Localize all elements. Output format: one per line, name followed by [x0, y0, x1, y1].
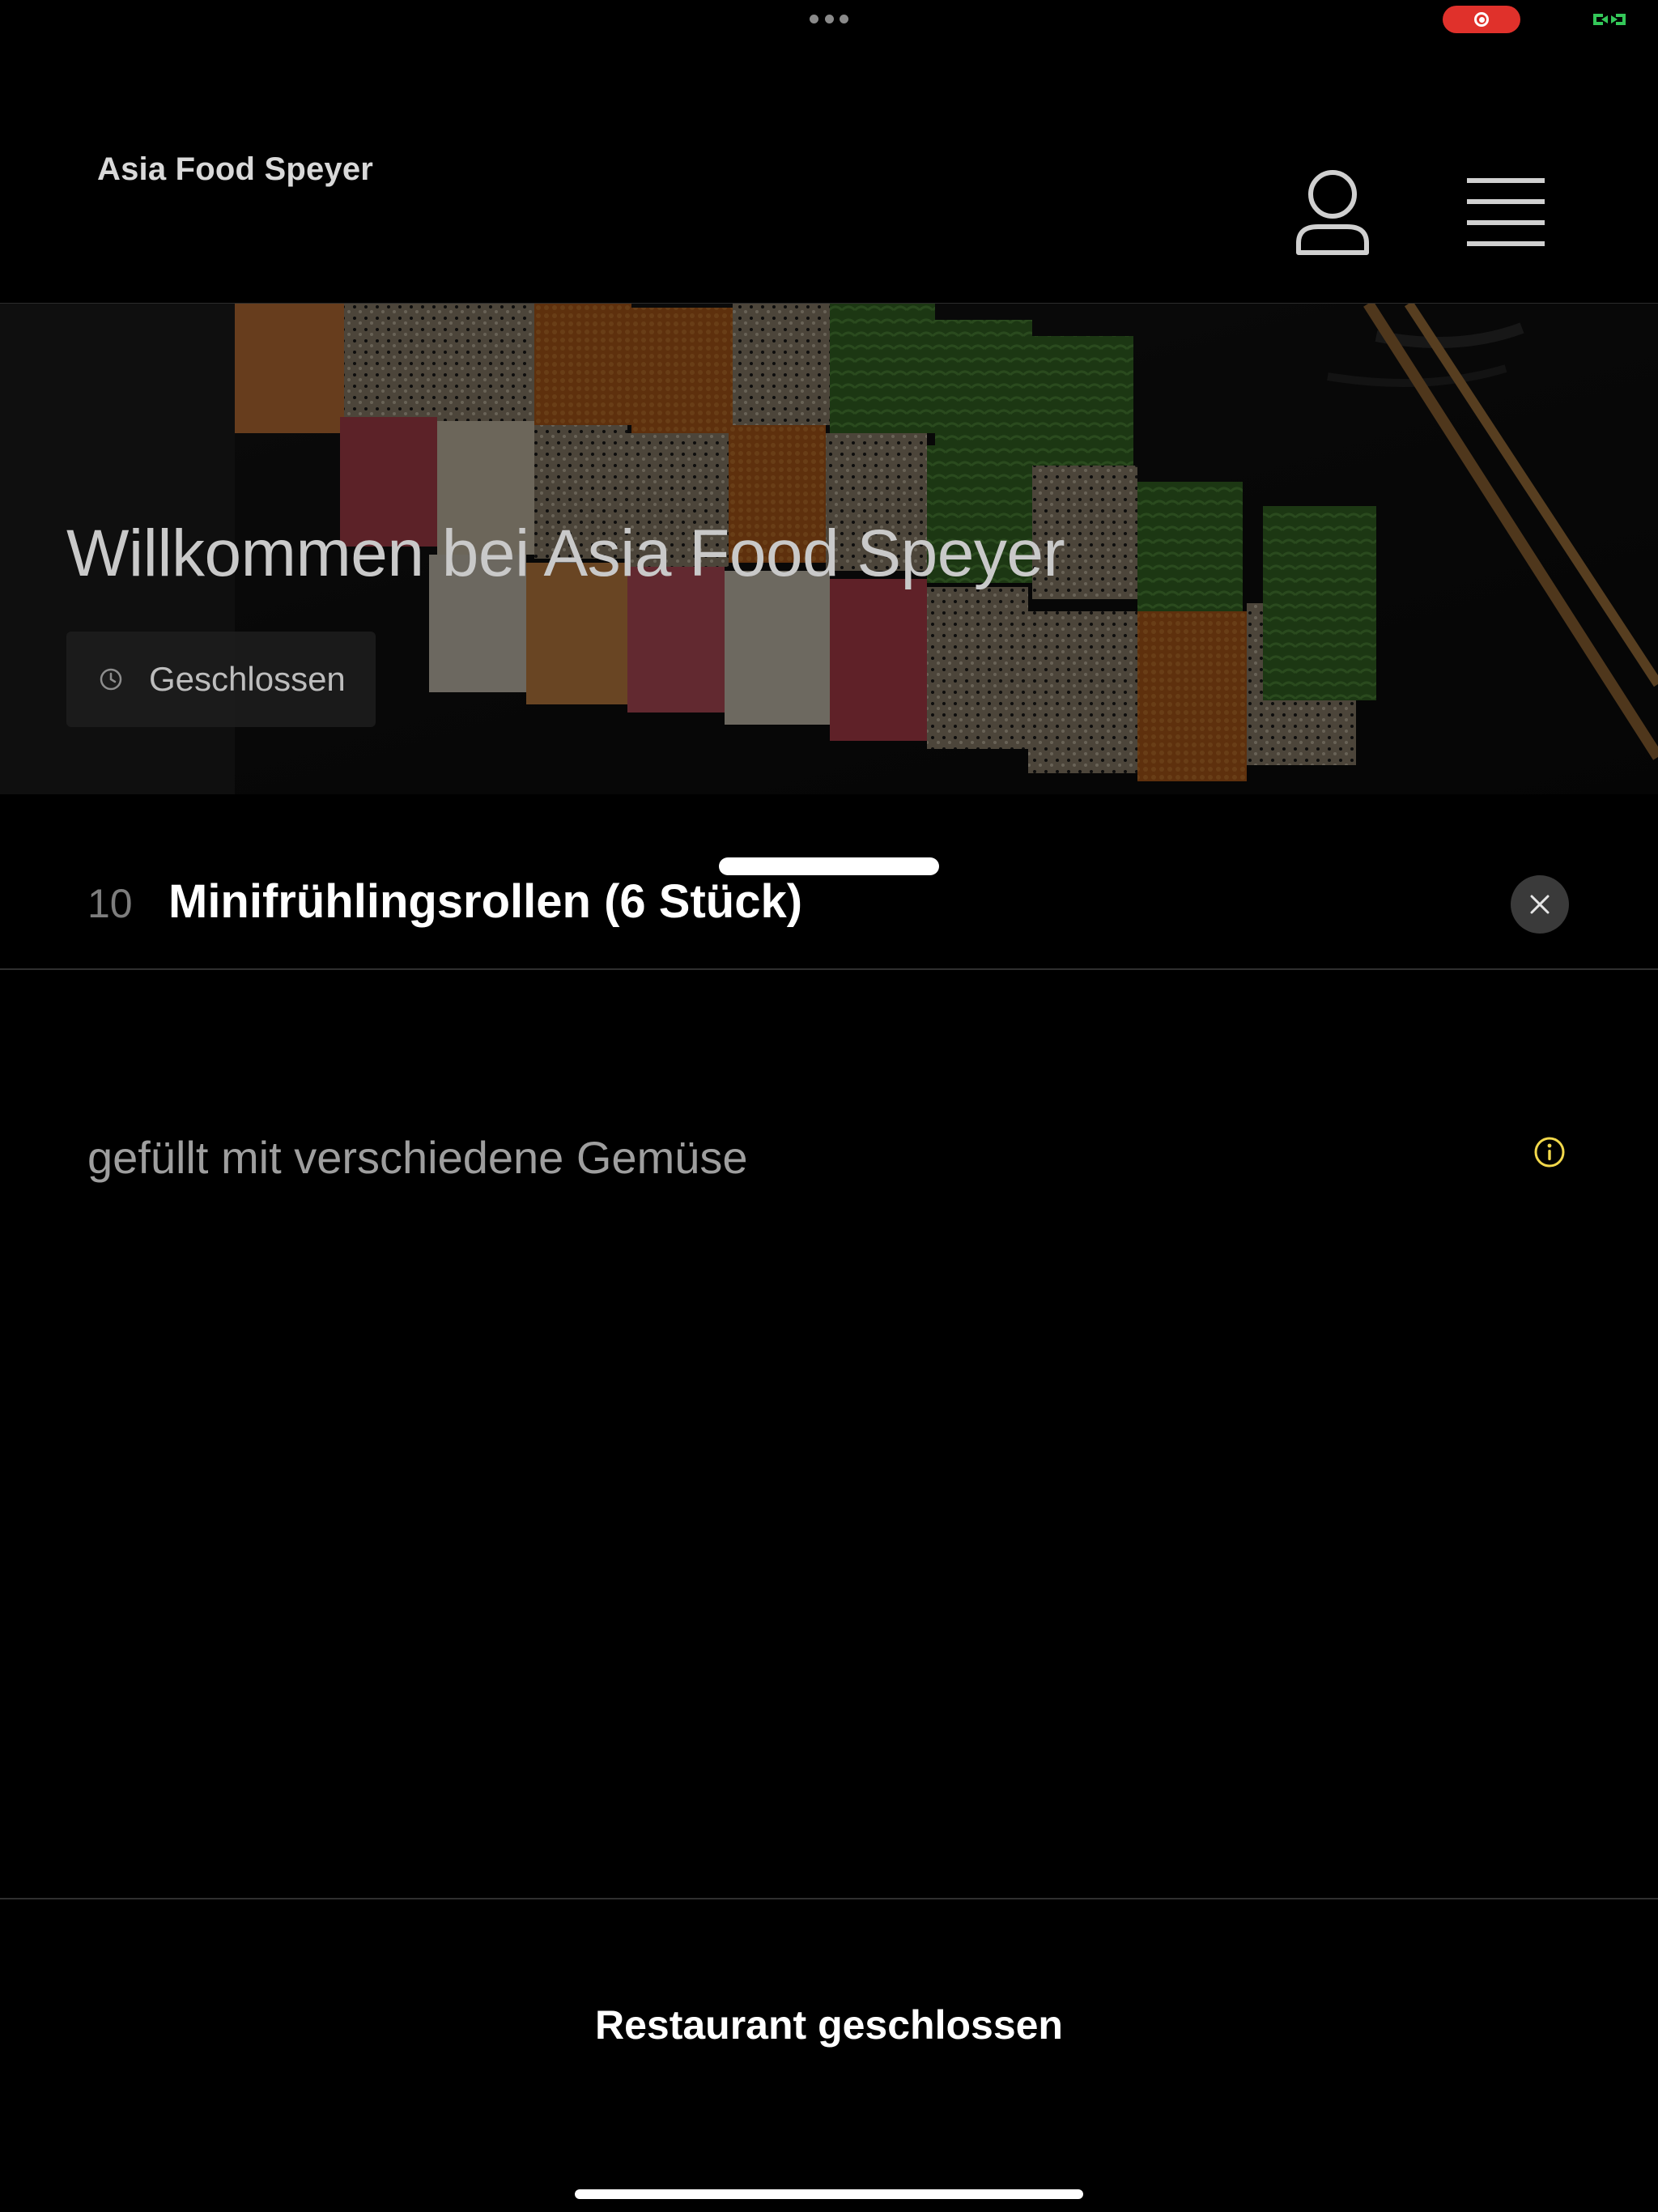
opening-status-label: Geschlossen: [149, 660, 346, 698]
opening-hours-badge[interactable]: Geschlossen: [66, 632, 376, 727]
item-name: Minifrühlingsrollen (6 Stück): [168, 875, 803, 928]
multitasking-dots-icon[interactable]: [810, 13, 848, 24]
status-bar: [0, 0, 1658, 40]
app-header: Asia Food Speyer: [0, 40, 1658, 304]
screen-recording-indicator[interactable]: [1443, 6, 1520, 33]
info-icon[interactable]: [1533, 1136, 1566, 1168]
brand-name[interactable]: Asia Food Speyer: [97, 151, 373, 188]
item-header: 10 Minifrühlingsrollen (6 Stück): [0, 842, 1658, 970]
welcome-title: Willkommen bei Asia Food Speyer: [66, 517, 1065, 590]
close-button[interactable]: [1511, 875, 1569, 934]
user-icon[interactable]: [1294, 168, 1371, 257]
close-icon: [1530, 895, 1550, 914]
item-description: gefüllt mit verschiedene Gemüse: [87, 1132, 748, 1183]
clock-icon: [100, 668, 122, 691]
hamburger-menu-icon[interactable]: [1465, 177, 1546, 248]
restaurant-status-button[interactable]: Restaurant geschlossen: [0, 2001, 1658, 2048]
home-indicator[interactable]: [575, 2189, 1083, 2199]
screen-mirroring-icon: [1593, 14, 1626, 25]
item-number: 10: [87, 881, 133, 926]
hero-banner: Willkommen bei Asia Food Speyer Geschlos…: [0, 304, 1658, 794]
footer-divider: [0, 1898, 1658, 1899]
